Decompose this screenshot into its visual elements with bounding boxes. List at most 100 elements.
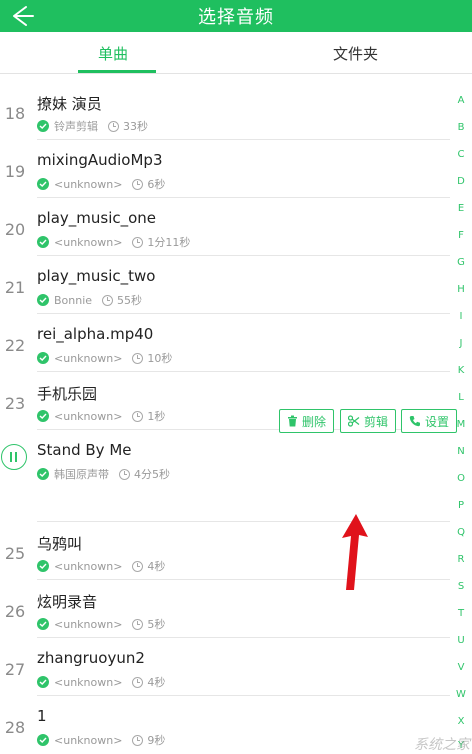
track-duration: 1秒 (147, 410, 166, 423)
track-number: 27 (4, 660, 26, 679)
index-letter[interactable]: N (450, 446, 472, 457)
track-artist: 韩国原声带 (54, 468, 109, 481)
track-duration: 1分11秒 (147, 236, 191, 249)
delete-label: 删除 (302, 414, 327, 429)
index-letter[interactable]: W (450, 689, 472, 700)
track-title: 手机乐园 (37, 385, 98, 403)
track-number: 19 (4, 162, 26, 181)
track-title: 1 (37, 707, 47, 725)
index-letter[interactable]: U (450, 635, 472, 646)
track-title: 乌鸦叫 (37, 535, 83, 553)
track-artist: <unknown> (54, 675, 123, 689)
index-letter[interactable]: X (450, 716, 472, 727)
track-duration: 4分5秒 (134, 468, 170, 481)
track-number: 21 (4, 278, 26, 297)
check-icon (37, 468, 49, 480)
track-artist: <unknown> (54, 351, 123, 365)
edit-button[interactable]: 剪辑 (340, 409, 397, 433)
track-artist: <unknown> (54, 177, 123, 191)
tab-single[interactable]: 单曲 (98, 43, 128, 64)
index-letter[interactable]: I (450, 311, 472, 322)
pause-icon[interactable] (1, 444, 27, 470)
track-meta: <unknown> 6秒 (37, 176, 165, 192)
track-number: 18 (4, 104, 26, 123)
track-title: mixingAudioMp3 (37, 151, 163, 169)
index-letter[interactable]: E (450, 203, 472, 214)
clock-icon (132, 352, 144, 364)
tab-bar: 单曲 文件夹 (0, 32, 472, 74)
index-letter[interactable]: C (450, 149, 472, 160)
track-meta: <unknown> 4秒 (37, 558, 165, 574)
check-icon (37, 120, 49, 132)
page-title: 选择音频 (198, 7, 274, 28)
index-letter[interactable]: F (450, 230, 472, 241)
track-duration: 33秒 (123, 120, 148, 133)
check-icon (37, 294, 49, 306)
check-icon (37, 236, 49, 248)
clock-icon (132, 676, 144, 688)
top-bar: 选择音频 (0, 0, 472, 32)
index-letter[interactable]: J (450, 338, 472, 349)
track-row[interactable]: 27 zhangruoyun2 <unknown> 4秒 (0, 638, 450, 696)
track-artist: <unknown> (54, 617, 123, 631)
track-meta: <unknown> 10秒 (37, 350, 172, 366)
track-meta: <unknown> 4秒 (37, 674, 165, 690)
check-icon (37, 352, 49, 364)
track-duration: 4秒 (147, 676, 166, 689)
track-row[interactable]: 20 play_music_one <unknown> 1分11秒 (0, 198, 450, 256)
track-row-playing[interactable]: Stand By Me 韩国原声带 4分5秒 (0, 430, 450, 522)
index-letter[interactable]: Q (450, 527, 472, 538)
track-title: Stand By Me (37, 441, 132, 459)
settings-button[interactable]: 设置 (401, 409, 458, 433)
track-duration: 6秒 (147, 178, 166, 191)
track-duration: 4秒 (147, 560, 166, 573)
track-row[interactable]: 19 mixingAudioMp3 <unknown> 6秒 (0, 140, 450, 198)
index-letter[interactable]: P (450, 500, 472, 511)
check-icon (37, 178, 49, 190)
track-artist: <unknown> (54, 409, 123, 423)
index-letter[interactable]: S (450, 581, 472, 592)
index-letter[interactable]: T (450, 608, 472, 619)
phone-icon (409, 416, 420, 427)
track-row[interactable]: 26 炫明录音 <unknown> 5秒 (0, 580, 450, 638)
index-letter[interactable]: O (450, 473, 472, 484)
track-row[interactable]: 25 乌鸦叫 <unknown> 4秒 (0, 522, 450, 580)
index-letter[interactable]: K (450, 365, 472, 376)
index-letter[interactable]: M (450, 419, 472, 430)
delete-button[interactable]: 删除 (279, 409, 335, 433)
track-row[interactable]: 22 rei_alpha.mp40 <unknown> 10秒 (0, 314, 450, 372)
track-number: 20 (4, 220, 26, 239)
index-letter[interactable]: R (450, 554, 472, 565)
track-row[interactable]: 28 1 <unknown> 9秒 (0, 696, 450, 754)
track-title: 炫明录音 (37, 593, 98, 611)
track-duration: 10秒 (147, 352, 173, 365)
edit-label: 剪辑 (364, 414, 389, 429)
track-title: play_music_one (37, 209, 157, 227)
index-letter[interactable]: H (450, 284, 472, 295)
track-title: play_music_two (37, 267, 156, 285)
track-row[interactable]: 18 撩妹 演员 铃声剪辑 33秒 (0, 82, 450, 140)
track-artist: <unknown> (54, 733, 123, 747)
clock-icon (119, 468, 130, 480)
track-duration: 55秒 (117, 294, 143, 307)
index-letter[interactable]: L (450, 392, 472, 403)
index-letter[interactable]: D (450, 176, 472, 187)
clock-icon (132, 618, 144, 630)
track-row[interactable]: 21 play_music_two Bonnie 55秒 (0, 256, 450, 314)
watermark: 系统之家 (414, 737, 470, 753)
track-number: 26 (4, 602, 26, 621)
track-meta: <unknown> 9秒 (37, 732, 165, 748)
tab-folder[interactable]: 文件夹 (333, 43, 378, 64)
track-title: rei_alpha.mp40 (37, 325, 154, 343)
clock-icon (132, 178, 144, 190)
track-title: zhangruoyun2 (37, 649, 145, 667)
clock-icon (108, 120, 119, 132)
track-meta: 铃声剪辑 33秒 (37, 118, 148, 134)
index-letter[interactable]: G (450, 257, 472, 268)
track-number: 23 (4, 394, 26, 413)
index-letter[interactable]: A (450, 95, 472, 106)
track-duration: 9秒 (147, 734, 166, 747)
scissors-icon (348, 415, 360, 427)
index-letter[interactable]: B (450, 122, 472, 133)
index-letter[interactable]: V (450, 662, 472, 673)
